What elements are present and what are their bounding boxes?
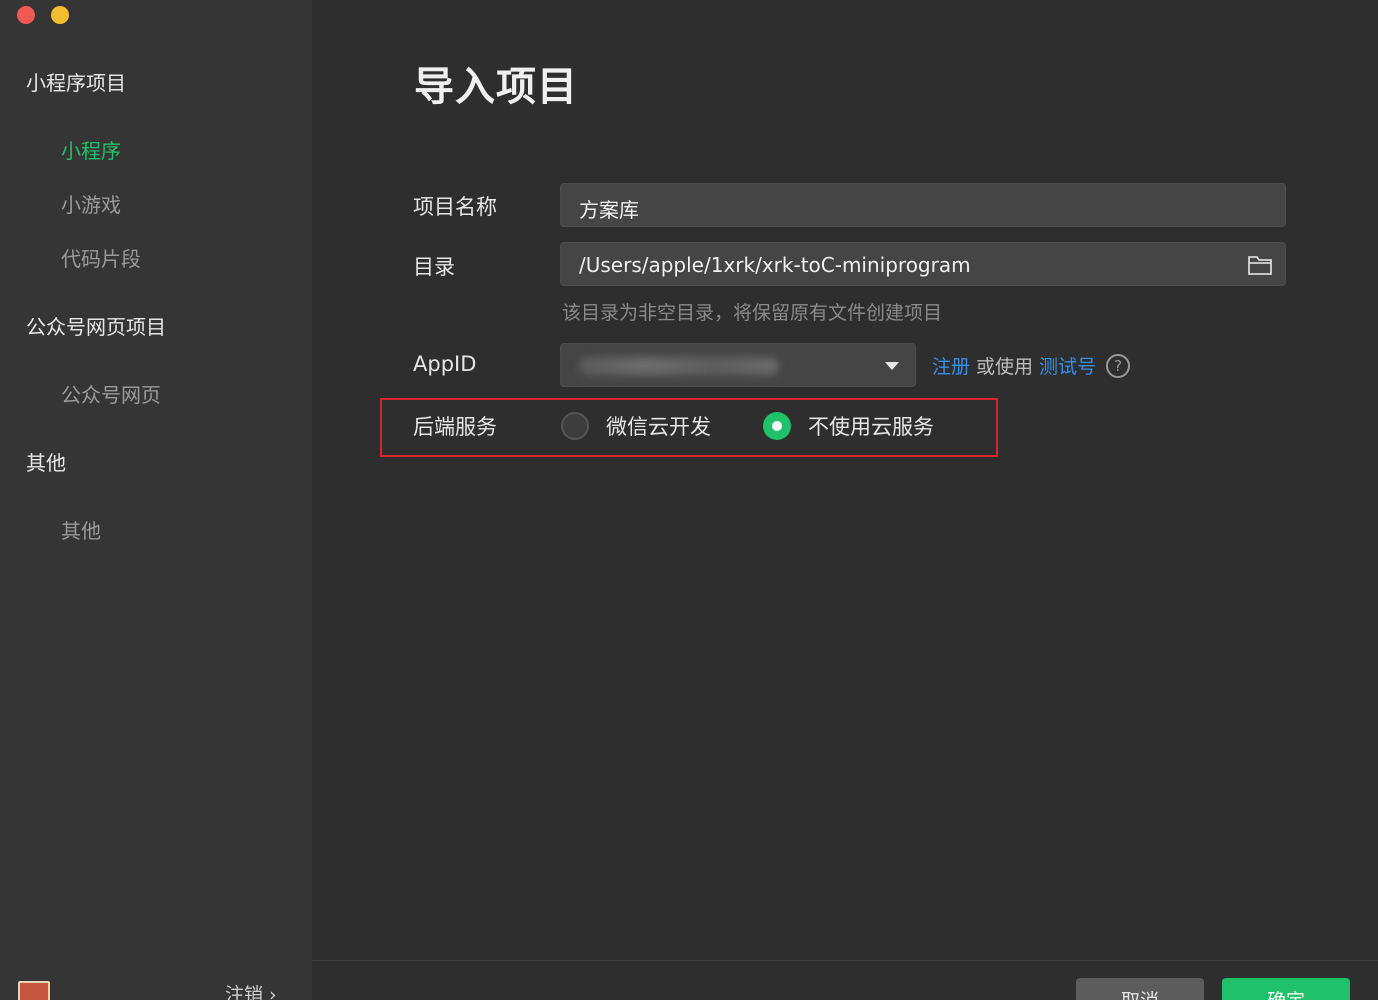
project-name-label: 项目名称 [413, 195, 497, 219]
appid-links: 注册 或使用 测试号 ? [932, 352, 1131, 379]
logout-button[interactable]: 注销 › [225, 980, 277, 1000]
cancel-button[interactable]: 取消 [1076, 978, 1204, 1000]
radio-wechat-cloud-label[interactable]: 微信云开发 [606, 411, 711, 441]
appid-select[interactable] [560, 343, 916, 387]
user-avatar[interactable] [18, 981, 50, 1000]
backend-service-label: 后端服务 [413, 415, 497, 439]
confirm-button[interactable]: 确定 [1222, 978, 1350, 1000]
sidebar-group-official-account: 公众号网页项目 [26, 315, 166, 339]
chevron-down-icon [885, 362, 899, 370]
sidebar-item-minigame[interactable]: 小游戏 [61, 189, 121, 218]
import-project-window: 小程序项目 小程序 小游戏 代码片段 公众号网页项目 公众号网页 其他 其他 注… [0, 0, 1378, 1000]
sidebar-item-official-account-web[interactable]: 公众号网页 [61, 379, 161, 408]
footer-divider [312, 960, 1378, 961]
sidebar-item-miniprogram[interactable]: 小程序 [61, 135, 121, 164]
sidebar-item-other[interactable]: 其他 [61, 515, 101, 544]
radio-wechat-cloud[interactable] [561, 412, 589, 440]
sidebar: 小程序项目 小程序 小游戏 代码片段 公众号网页项目 公众号网页 其他 其他 注… [0, 0, 312, 1000]
radio-no-cloud[interactable] [763, 412, 791, 440]
project-name-value: 方案库 [579, 198, 639, 222]
sidebar-item-code-snippet[interactable]: 代码片段 [61, 243, 141, 272]
sidebar-group-other: 其他 [26, 451, 66, 475]
test-account-link[interactable]: 测试号 [1039, 352, 1096, 379]
directory-value: /Users/apple/1xrk/xrk-toC-miniprogram [579, 253, 971, 277]
minimize-window-button[interactable] [51, 6, 69, 24]
directory-label: 目录 [413, 255, 455, 279]
page-title: 导入项目 [414, 64, 578, 110]
appid-redacted-value [579, 357, 779, 375]
appid-label: AppID [413, 352, 477, 376]
radio-no-cloud-label[interactable]: 不使用云服务 [808, 411, 934, 441]
help-icon[interactable]: ? [1106, 353, 1131, 378]
project-name-input[interactable]: 方案库 [560, 183, 1286, 227]
close-window-button[interactable] [17, 6, 35, 24]
sidebar-group-miniprogram: 小程序项目 [26, 71, 126, 95]
or-use-text: 或使用 [976, 356, 1034, 378]
directory-hint: 该目录为非空目录，将保留原有文件创建项目 [562, 302, 943, 324]
folder-icon[interactable] [1247, 253, 1273, 277]
main-panel: 导入项目 项目名称 方案库 目录 /Users/apple/1xrk/xrk-t… [312, 0, 1378, 1000]
register-link[interactable]: 注册 [932, 352, 970, 379]
directory-input[interactable]: /Users/apple/1xrk/xrk-toC-miniprogram [560, 242, 1286, 286]
window-controls [17, 6, 69, 24]
